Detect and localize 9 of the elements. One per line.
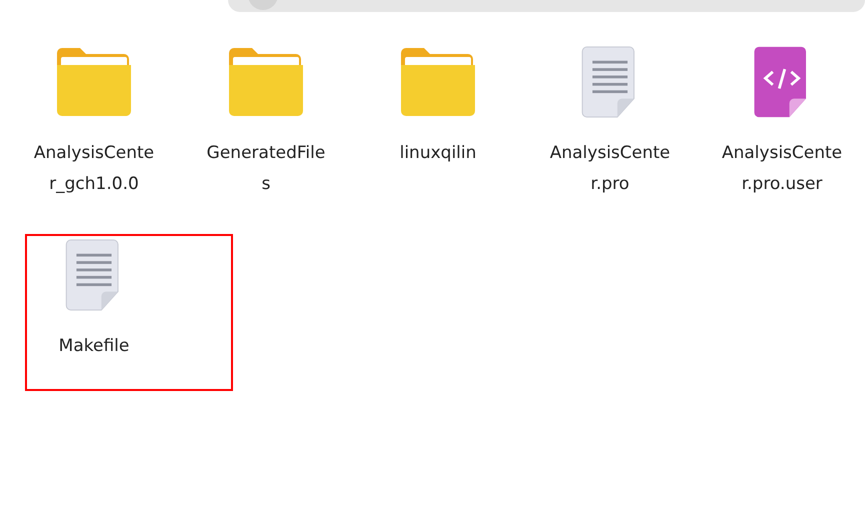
file-name: AnalysisCente r_gch1.0.0 (34, 142, 154, 196)
file-name: linuxqilin (400, 142, 476, 165)
file-name: AnalysisCente r.pro.user (722, 142, 842, 196)
file-name: GeneratedFile s (206, 142, 326, 196)
folder-icon[interactable] (227, 46, 305, 118)
file-name: Makefile (58, 335, 130, 358)
folder-icon[interactable] (399, 46, 477, 118)
folder-icon[interactable] (55, 46, 133, 118)
file-name: AnalysisCente r.pro (550, 142, 670, 196)
